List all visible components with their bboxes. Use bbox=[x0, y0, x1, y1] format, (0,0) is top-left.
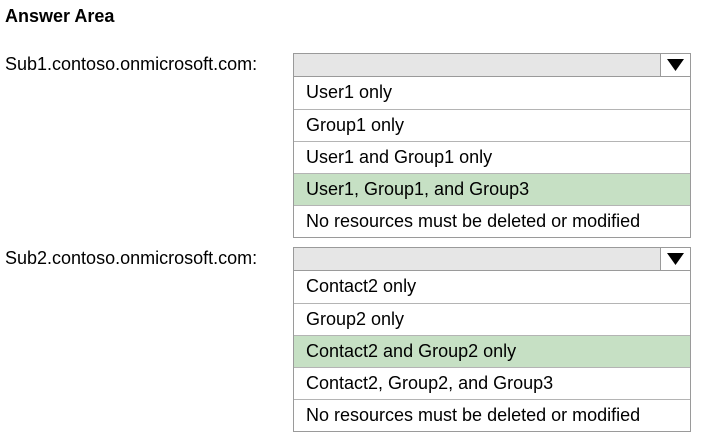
sub2-option-5[interactable]: No resources must be deleted or modified bbox=[294, 399, 690, 431]
sub2-option-3[interactable]: Contact2 and Group2 only bbox=[294, 335, 690, 367]
sub1-dropdown[interactable]: User1 only Group1 only User1 and Group1 … bbox=[293, 53, 691, 238]
sub2-option-1[interactable]: Contact2 only bbox=[294, 271, 690, 303]
sub1-option-5[interactable]: No resources must be deleted or modified bbox=[294, 205, 690, 237]
sub2-option-4[interactable]: Contact2, Group2, and Group3 bbox=[294, 367, 690, 399]
sub1-option-4[interactable]: User1, Group1, and Group3 bbox=[294, 173, 690, 205]
sub1-option-2[interactable]: Group1 only bbox=[294, 109, 690, 141]
sub2-label: Sub2.contoso.onmicrosoft.com: bbox=[5, 248, 258, 268]
sub2-options-list: Contact2 only Group2 only Contact2 and G… bbox=[293, 271, 691, 432]
sub1-select-box[interactable] bbox=[293, 53, 691, 77]
sub1-option-3[interactable]: User1 and Group1 only bbox=[294, 141, 690, 173]
sub2-select-box[interactable] bbox=[293, 247, 691, 271]
triangle-down-icon bbox=[667, 59, 684, 71]
triangle-down-icon bbox=[667, 253, 684, 265]
answer-area-heading: Answer Area bbox=[5, 6, 115, 26]
sub1-dropdown-button[interactable] bbox=[660, 54, 690, 76]
sub1-label: Sub1.contoso.onmicrosoft.com: bbox=[5, 54, 258, 74]
sub1-options-list: User1 only Group1 only User1 and Group1 … bbox=[293, 77, 691, 238]
sub1-option-1[interactable]: User1 only bbox=[294, 77, 690, 109]
sub2-dropdown-button[interactable] bbox=[660, 248, 690, 270]
sub2-option-2[interactable]: Group2 only bbox=[294, 303, 690, 335]
sub2-dropdown[interactable]: Contact2 only Group2 only Contact2 and G… bbox=[293, 247, 691, 432]
